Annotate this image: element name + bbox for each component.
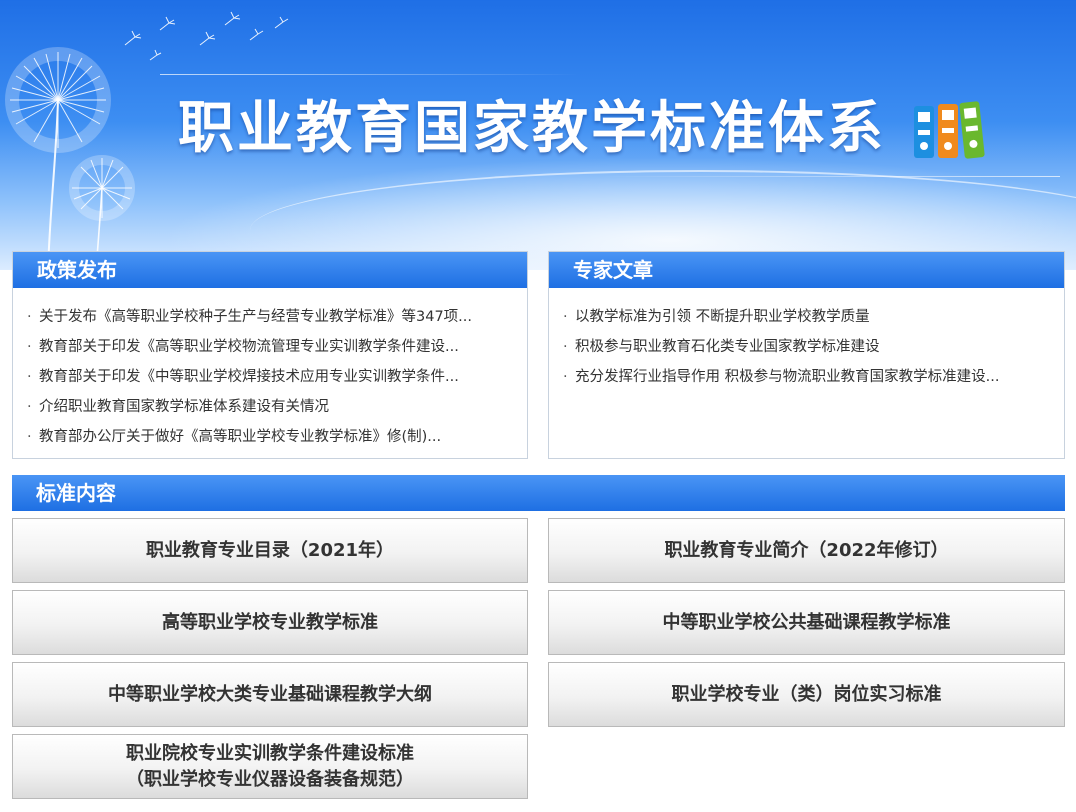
policy-item[interactable]: · 介绍职业教育国家教学标准体系建设有关情况 xyxy=(27,392,513,422)
bullet-icon: · xyxy=(27,369,32,385)
policy-item[interactable]: · 教育部关于印发《高等职业学校物流管理专业实训教学条件建设... xyxy=(27,332,513,362)
expert-panel-title: 专家文章 xyxy=(549,252,1064,288)
expert-item[interactable]: · 以教学标准为引领 不断提升职业学校教学质量 xyxy=(563,302,1050,332)
banner-line-right xyxy=(600,176,1060,177)
bullet-icon: · xyxy=(563,309,568,325)
header-banner: 职业教育国家教学标准体系 xyxy=(0,0,1076,270)
expert-item[interactable]: · 积极参与职业教育石化类专业国家教学标准建设 xyxy=(563,332,1050,362)
bullet-icon: · xyxy=(27,399,32,415)
std-button-internship-standard[interactable]: 职业学校专业（类）岗位实习标准 xyxy=(548,662,1065,727)
bullet-icon: · xyxy=(563,369,568,385)
std-button-secondary-basic-outline[interactable]: 中等职业学校大类专业基础课程教学大纲 xyxy=(12,662,528,727)
expert-list: · 以教学标准为引领 不断提升职业学校教学质量 · 积极参与职业教育石化类专业国家教… xyxy=(549,288,1064,392)
policy-item[interactable]: · 教育部关于印发《中等职业学校焊接技术应用专业实训教学条件... xyxy=(27,362,513,392)
standards-section-title: 标准内容 xyxy=(12,475,1065,511)
bullet-icon: · xyxy=(27,429,32,445)
policy-panel: 政策发布 · 关于发布《高等职业学校种子生产与经营专业教学标准》等347项... … xyxy=(12,251,528,459)
std-button-major-intro[interactable]: 职业教育专业简介（2022年修订） xyxy=(548,518,1065,583)
bullet-icon: · xyxy=(563,339,568,355)
site-title: 职业教育国家教学标准体系 xyxy=(178,96,886,161)
std-button-higher-vocational-standard[interactable]: 高等职业学校专业教学标准 xyxy=(12,590,528,655)
policy-item[interactable]: · 关于发布《高等职业学校种子生产与经营专业教学标准》等347项... xyxy=(27,302,513,332)
bullet-icon: · xyxy=(27,309,32,325)
std-button-training-conditions[interactable]: 职业院校专业实训教学条件建设标准 （职业学校专业仪器设备装备规范） xyxy=(12,734,528,799)
std-button-secondary-public-course[interactable]: 中等职业学校公共基础课程教学标准 xyxy=(548,590,1065,655)
bullet-icon: · xyxy=(27,339,32,355)
std-button-major-catalog[interactable]: 职业教育专业目录（2021年） xyxy=(12,518,528,583)
expert-panel: 专家文章 · 以教学标准为引领 不断提升职业学校教学质量 · 积极参与职业教育石化类… xyxy=(548,251,1065,459)
policy-panel-title: 政策发布 xyxy=(13,252,527,288)
expert-item[interactable]: · 充分发挥行业指导作用 积极参与物流职业教育国家教学标准建设... xyxy=(563,362,1050,392)
policy-list: · 关于发布《高等职业学校种子生产与经营专业教学标准》等347项... · 教育部关… xyxy=(13,288,527,452)
binders-icon xyxy=(914,101,985,159)
policy-item[interactable]: · 教育部办公厅关于做好《高等职业学校专业教学标准》修(制)... xyxy=(27,422,513,452)
